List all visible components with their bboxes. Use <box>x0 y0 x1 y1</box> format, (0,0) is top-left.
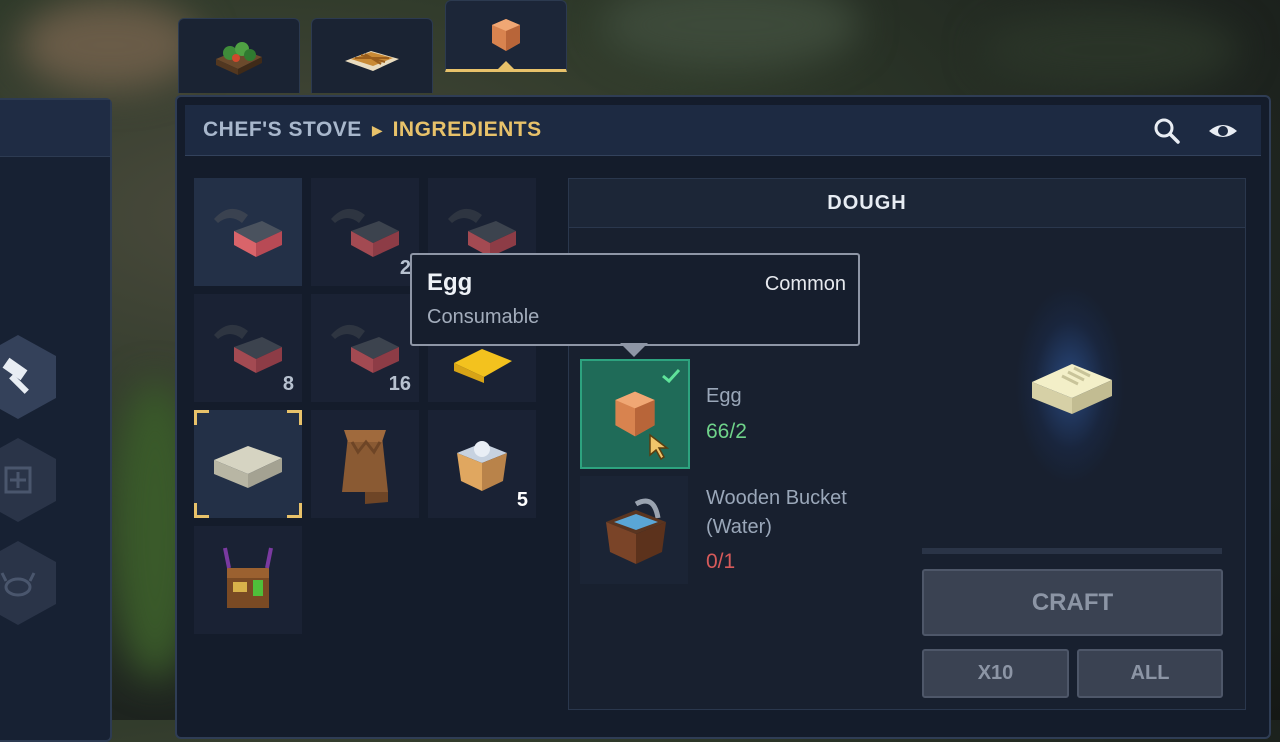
breadcrumb-category: INGREDIENTS <box>392 118 542 141</box>
craft-progress-track <box>922 548 1222 554</box>
tab-salad[interactable] <box>178 18 300 93</box>
ingredient-slot-egg[interactable] <box>580 359 690 469</box>
inventory-slot[interactable]: 5 <box>428 410 536 518</box>
fish-meat-icon <box>331 208 399 257</box>
tooltip-item-type: Consumable <box>427 306 540 328</box>
salt-bucket-icon <box>457 441 507 491</box>
ingredient-name-line2: (Water) <box>706 516 772 538</box>
tool-sidebar <box>0 98 112 742</box>
ingredient-name: Egg <box>706 385 742 407</box>
inventory-slot[interactable] <box>194 178 302 286</box>
tool-emblem[interactable] <box>0 438 56 522</box>
pie-icon <box>345 51 399 71</box>
item-tooltip: Egg Common Consumable <box>410 253 860 346</box>
recipe-title: DOUGH <box>827 191 907 214</box>
egg-icon <box>492 19 520 51</box>
tool-crab[interactable] <box>0 541 56 625</box>
salad-icon <box>216 42 262 75</box>
item-count: 8 <box>282 373 294 395</box>
craft-button[interactable]: CRAFT <box>922 569 1223 636</box>
inventory-slot[interactable]: 2 <box>311 178 419 286</box>
dough-icon <box>214 446 282 488</box>
selection-corner <box>194 503 209 518</box>
inventory-slot-selected[interactable] <box>194 410 302 518</box>
selection-corner <box>287 410 302 425</box>
fish-meat-icon <box>214 208 282 257</box>
craft-all-button[interactable]: ALL <box>1077 649 1223 698</box>
tooltip-pointer <box>620 343 648 357</box>
selection-corner <box>194 410 209 425</box>
inventory-slot[interactable]: 8 <box>194 294 302 402</box>
market-stall-icon <box>223 547 273 608</box>
selection-corner <box>287 503 302 518</box>
crab-icon <box>0 572 36 597</box>
dough-preview-icon <box>1032 364 1112 414</box>
inventory-slot[interactable]: 16 <box>311 294 419 402</box>
inventory-slot[interactable] <box>194 526 302 634</box>
item-count: 16 <box>388 373 411 395</box>
tab-pie[interactable] <box>311 18 433 93</box>
header-bar: CHEF'S STOVE ▶ INGREDIENTS <box>185 105 1261 156</box>
fish-meat-icon <box>214 324 282 373</box>
flour-sack-icon <box>342 430 388 504</box>
water-bucket-icon <box>606 498 666 564</box>
tool-hammer[interactable] <box>0 335 56 419</box>
emblem-icon <box>4 466 32 494</box>
ingredient-name: Wooden Bucket <box>706 487 847 509</box>
tooltip-rarity: Common <box>764 273 846 295</box>
ingredient-count: 66/2 <box>706 420 747 443</box>
check-icon <box>662 368 681 384</box>
eye-icon[interactable] <box>1207 117 1239 145</box>
tooltip-item-name: Egg <box>427 269 473 296</box>
item-count: 5 <box>516 489 528 511</box>
recipe-title-bar: DOUGH <box>569 179 1245 228</box>
ingredient-count: 0/1 <box>706 550 736 573</box>
hammer-icon <box>2 357 29 394</box>
craft-x10-button[interactable]: X10 <box>922 649 1069 698</box>
cursor-icon <box>649 433 670 461</box>
search-icon[interactable] <box>1153 117 1181 145</box>
inventory-slot[interactable] <box>311 410 419 518</box>
breadcrumb-separator-icon: ▶ <box>371 121 383 138</box>
breadcrumb-station[interactable]: CHEF'S STOVE <box>203 118 362 142</box>
ingredient-slot-bucket[interactable] <box>580 476 688 584</box>
tab-egg[interactable] <box>445 0 567 72</box>
